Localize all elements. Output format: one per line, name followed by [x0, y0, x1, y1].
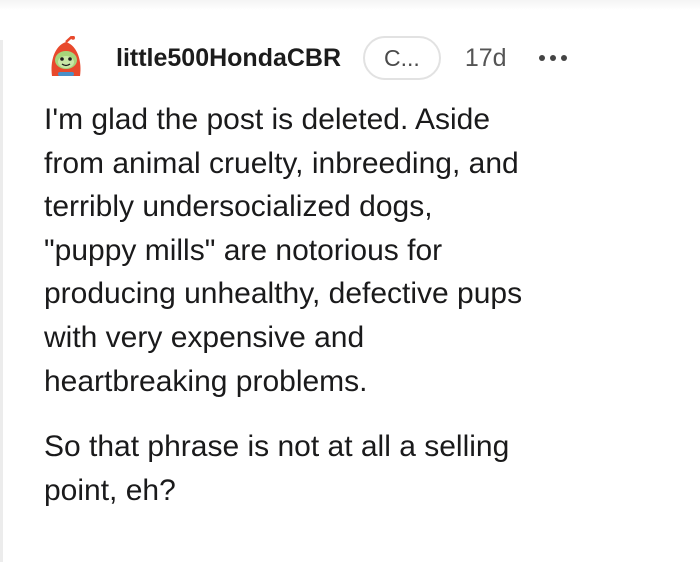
comment-line: terribly undersocialized dogs,: [44, 190, 433, 224]
comment-line: from animal cruelty, inbreeding, and: [44, 146, 519, 180]
comment-line: heartbreaking problems.: [44, 364, 368, 398]
comment-line: producing unhealthy, defective pups: [44, 277, 523, 311]
comment-line: with very expensive and: [44, 320, 365, 354]
username-link[interactable]: little500HondaCBR: [116, 44, 341, 73]
comment-line: "puppy mills" are notorious for: [44, 233, 443, 267]
more-options-icon[interactable]: [533, 43, 573, 73]
comment-header: little500HondaCBR C... 17d: [44, 36, 660, 80]
comment-paragraph: So that phrase is not at all a selling p…: [44, 425, 664, 512]
comment-line: I'm glad the post is deleted. Aside: [44, 103, 491, 136]
user-flair-badge[interactable]: C...: [363, 36, 441, 80]
comment-timestamp: 17d: [464, 43, 507, 72]
comment-line: point, eh?: [44, 473, 176, 507]
comment: little500HondaCBR C... 17d I'm glad the …: [0, 0, 700, 562]
comment-paragraph: I'm glad the post is deleted. Aside from…: [44, 98, 664, 403]
comment-line: So that phrase is not at all a selling: [44, 430, 510, 464]
snoo-avatar-icon[interactable]: [44, 36, 88, 80]
comment-body: I'm glad the post is deleted. Aside from…: [44, 98, 664, 512]
